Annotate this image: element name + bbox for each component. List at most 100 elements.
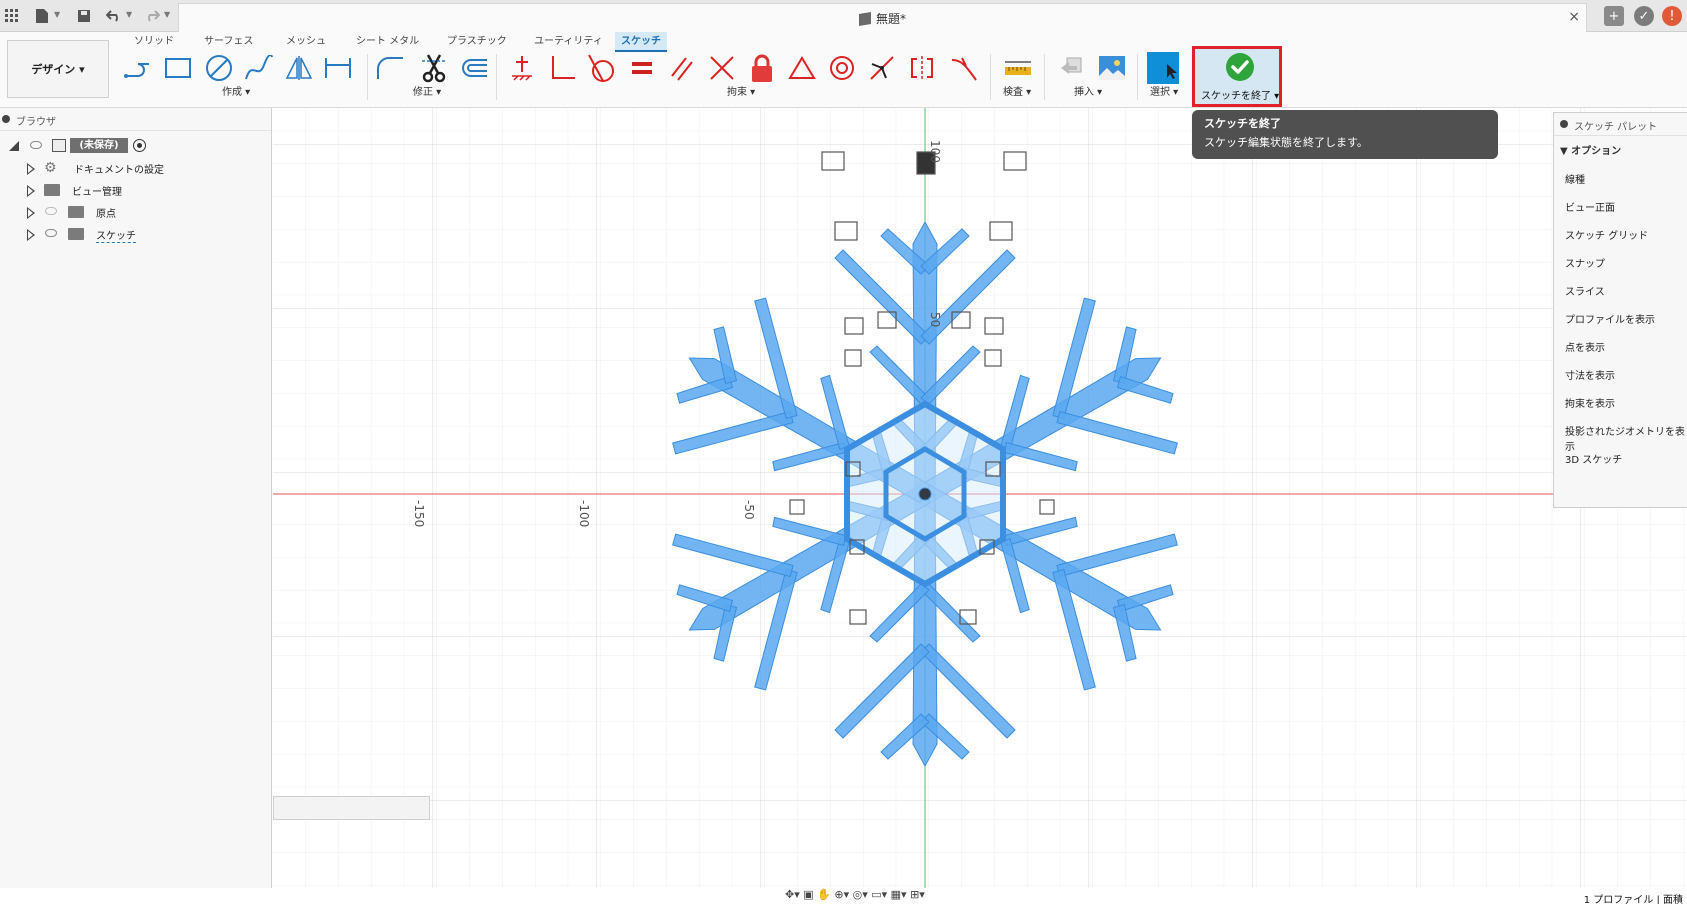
new-tab-icon[interactable]: + (1604, 6, 1624, 26)
insert-image-icon[interactable] (1096, 52, 1128, 84)
palette-item-linetype[interactable]: 線種 (1565, 171, 1585, 186)
finish-sketch-label: スケッチを終了 ▾ (1201, 91, 1280, 102)
palette-title: スケッチ パレット (1574, 122, 1658, 133)
palette-item-show-dimensions[interactable]: 寸法を表示 (1565, 367, 1615, 382)
select-group-label[interactable]: 選択 ▾ (1150, 83, 1178, 98)
modify-group-label[interactable]: 修正 ▾ (413, 83, 441, 98)
circle-tool-icon[interactable] (203, 52, 235, 84)
palette-item-show-projected[interactable]: 投影されたジオメトリを表示 (1565, 423, 1687, 453)
workspace-switcher-button[interactable]: デザイン ▾ (7, 40, 109, 98)
close-tab-icon[interactable]: × (1568, 9, 1580, 25)
navigation-toolbar[interactable]: ✥▾ ▣ ✋ ⊕▾ ◎▾ ▭▾ ▦▾ ⊞▾ (785, 888, 925, 901)
trim-scissors-icon[interactable] (418, 52, 450, 84)
dimension-tool-icon[interactable] (322, 52, 354, 84)
coincident-constraint-icon[interactable] (706, 52, 738, 84)
create-group-label[interactable]: 作成 ▾ (222, 83, 250, 98)
comments-panel[interactable] (273, 796, 430, 820)
insert-derive-icon[interactable] (1055, 52, 1087, 84)
spline-tool-icon[interactable] (243, 52, 275, 84)
redo-icon[interactable] (142, 6, 162, 26)
tab-surface[interactable]: サーフェス (198, 32, 259, 52)
folder-icon (44, 184, 60, 196)
pan-hand-icon[interactable]: ✋ (817, 888, 831, 901)
browser-item-document-settings[interactable]: ⚙ ドキュメントの設定 (0, 158, 272, 178)
grid-settings-icon[interactable]: ▦▾ (891, 888, 907, 901)
parallel-constraint-icon[interactable] (666, 52, 698, 84)
apps-grid-icon[interactable] (2, 6, 22, 26)
tangent-constraint-icon[interactable] (586, 52, 618, 84)
perpendicular-constraint-icon[interactable] (546, 52, 578, 84)
offset-tool-icon[interactable] (458, 52, 490, 84)
look-at-icon[interactable]: ▣ (803, 888, 813, 901)
inspect-group-label[interactable]: 検査 ▾ (1003, 83, 1031, 98)
file-menu-icon[interactable] (32, 6, 52, 26)
sketch-canvas[interactable]: -150 -100 -50 100 50 (273, 108, 1687, 888)
orbit-icon[interactable]: ✥▾ (785, 888, 800, 901)
visibility-eye-icon[interactable] (30, 141, 42, 149)
palette-item-show-constraints[interactable]: 拘束を表示 (1565, 395, 1615, 410)
chevron-down-icon[interactable]: ▼ (164, 10, 170, 19)
tab-sheet-metal[interactable]: シート メタル (350, 32, 425, 52)
palette-options-section[interactable]: ▼ オプション (1554, 136, 1687, 160)
tab-solid[interactable]: ソリッド (128, 32, 180, 52)
collapse-dot-icon[interactable] (1560, 120, 1568, 128)
insert-group-label[interactable]: 挿入 ▾ (1074, 83, 1102, 98)
concentric-constraint-icon[interactable] (826, 52, 858, 84)
measure-ruler-icon[interactable] (1002, 52, 1034, 84)
tree-expand-icon[interactable] (27, 185, 35, 197)
palette-header[interactable]: スケッチ パレット (1554, 113, 1687, 136)
palette-item-look-at[interactable]: ビュー正面 (1565, 199, 1615, 214)
midpoint-constraint-icon[interactable] (866, 52, 898, 84)
zoom-window-icon[interactable]: ⊕▾ (834, 888, 849, 901)
triangle-constraint-icon[interactable] (786, 52, 818, 84)
symmetry-constraint-icon[interactable] (906, 52, 938, 84)
palette-item-snap[interactable]: スナップ (1565, 255, 1605, 270)
save-icon[interactable] (74, 6, 94, 26)
palette-item-sketch-grid[interactable]: スケッチ グリッド (1565, 227, 1648, 242)
viewports-icon[interactable]: ⊞▾ (910, 888, 925, 901)
tab-utility[interactable]: ユーティリティ (528, 32, 609, 52)
tree-expanded-icon[interactable] (8, 140, 20, 152)
browser-header[interactable]: ブラウザ (0, 108, 271, 131)
browser-item-view-management[interactable]: ビュー管理 (0, 180, 272, 200)
document-tab[interactable]: 無題* × (178, 3, 1587, 32)
palette-item-show-profile[interactable]: プロファイルを表示 (1565, 311, 1655, 326)
job-status-icon[interactable]: ✓ (1634, 6, 1654, 26)
browser-item-label: スケッチ (96, 227, 136, 243)
tab-sketch[interactable]: スケッチ (615, 32, 667, 52)
palette-item-show-points[interactable]: 点を表示 (1565, 339, 1605, 354)
constraints-group-label[interactable]: 拘束 ▾ (727, 83, 755, 98)
tab-plastic[interactable]: プラスチック (441, 32, 513, 52)
zoom-icon[interactable]: ◎▾ (853, 888, 868, 901)
visibility-eye-icon[interactable] (45, 229, 57, 237)
browser-item-sketches[interactable]: スケッチ (0, 224, 272, 244)
fix-constraint-icon[interactable] (506, 52, 538, 84)
collapse-dot-icon[interactable] (2, 115, 10, 123)
axis-label-x-neg150: -150 (412, 500, 426, 527)
fillet-tool-icon[interactable] (374, 52, 406, 84)
palette-item-slice[interactable]: スライス (1565, 283, 1605, 298)
tree-expand-icon[interactable] (27, 229, 35, 241)
undo-icon[interactable] (104, 6, 124, 26)
line-tool-icon[interactable] (122, 52, 154, 84)
chevron-down-icon[interactable]: ▼ (54, 10, 60, 19)
browser-root-row[interactable]: (未保存) (0, 136, 272, 156)
tab-mesh[interactable]: メッシュ (280, 32, 332, 52)
palette-item-3d-sketch[interactable]: 3D スケッチ (1565, 451, 1622, 466)
curvature-constraint-icon[interactable] (948, 52, 980, 84)
canvas-graphics[interactable]: -150 -100 -50 100 50 (273, 108, 1687, 888)
rectangle-tool-icon[interactable] (162, 52, 194, 84)
select-cursor-icon[interactable] (1147, 52, 1179, 84)
finish-sketch-button[interactable]: スケッチを終了 ▾ (1192, 46, 1282, 107)
hidden-eye-icon[interactable] (45, 207, 57, 215)
notification-icon[interactable]: ! (1662, 6, 1682, 26)
equal-constraint-icon[interactable] (626, 52, 658, 84)
display-settings-icon[interactable]: ▭▾ (871, 888, 887, 901)
mirror-tool-icon[interactable] (283, 52, 315, 84)
tree-expand-icon[interactable] (27, 207, 35, 219)
lock-constraint-icon[interactable] (746, 52, 778, 84)
chevron-down-icon[interactable]: ▼ (126, 10, 132, 19)
folder-icon (68, 206, 84, 218)
browser-item-origin[interactable]: 原点 (0, 202, 272, 222)
tree-expand-icon[interactable] (27, 163, 35, 175)
